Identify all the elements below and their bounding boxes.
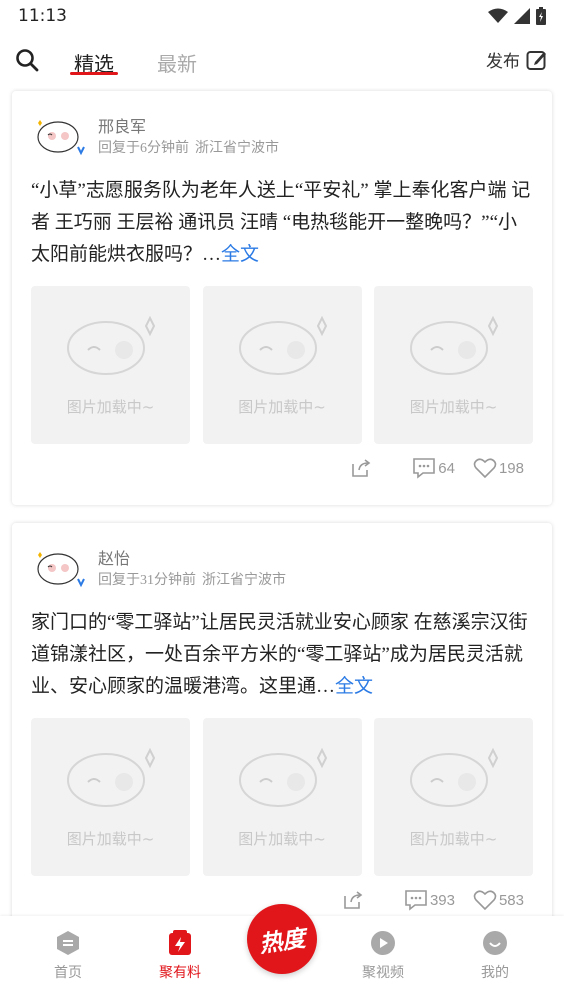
post-card[interactable]: 赵怡 回复于31分钟前 浙江省宁波市 家门口的“零工驿站”让居民灵活就业安心顾家 … [12,523,552,916]
status-time: 11:13 [18,6,67,26]
image-placeholder[interactable]: 图片加载中~ [374,286,533,444]
like-count: 583 [498,891,524,909]
location: 浙江省宁波市 [202,573,286,588]
profile-icon [483,931,507,955]
wifi-icon [488,8,508,23]
edit-icon [526,50,546,70]
image-placeholder[interactable]: 图片加载中~ [374,718,533,876]
reply-time: 回复于6分钟前 [98,141,189,156]
signal-icon [514,8,530,24]
loading-mascot-icon [67,748,156,807]
comment-count: 64 [438,459,455,477]
nav-home[interactable]: 首页 [28,930,108,982]
full-text-link[interactable]: 全文 [221,244,259,265]
loading-mascot-icon [238,316,327,375]
feed[interactable]: 邢良军 回复于6分钟前 浙江省宁波市 “小草”志愿服务队为老年人送上“平安礼” 掌… [0,88,564,916]
system-icons [488,7,546,25]
play-icon [371,931,395,955]
avatar[interactable] [32,113,92,159]
comment-count: 393 [429,891,455,909]
reply-time: 回复于31分钟前 [98,573,196,588]
comment-button[interactable]: 64 [412,457,455,479]
like-button[interactable]: 198 [473,457,524,479]
image-grid: 图片加载中~ 图片加载中~ 图片加载中~ [31,718,533,876]
nav-juyouliao[interactable]: 聚有料 [140,930,220,982]
image-placeholder[interactable]: 图片加载中~ [31,718,190,876]
share-button[interactable] [342,890,364,910]
post-actions: 393 583 [342,889,524,911]
tab-indicator [70,72,118,75]
post-card[interactable]: 邢良军 回复于6分钟前 浙江省宁波市 “小草”志愿服务队为老年人送上“平安礼” 掌… [12,91,552,505]
full-text-link[interactable]: 全文 [335,676,373,697]
nav-profile[interactable]: 我的 [455,930,535,982]
comment-button[interactable]: 393 [404,889,455,911]
battery-icon [536,7,546,25]
comment-icon [413,458,436,479]
author-name[interactable]: 赵怡 [98,545,130,569]
post-body: “小草”志愿服务队为老年人送上“平安礼” 掌上奉化客户端 记者 王巧丽 王层裕 … [31,180,531,265]
post-meta: 回复于31分钟前 浙江省宁波市 [98,569,286,589]
nav-video[interactable]: 聚视频 [343,930,423,982]
avatar[interactable] [32,545,92,591]
nav-label: 我的 [481,965,509,981]
nav-label: 首页 [54,965,82,981]
publish-button[interactable]: 发布 [486,47,548,72]
like-button[interactable]: 583 [473,889,524,911]
share-button[interactable] [350,458,372,478]
loading-mascot-icon [67,316,156,375]
heart-icon [473,458,497,479]
share-icon [352,459,371,477]
home-icon [57,931,79,955]
nav-label: 聚视频 [362,965,404,981]
loading-mascot-icon [410,748,499,807]
share-icon [344,891,363,909]
bottom-nav: 首页 聚有料 热度 聚视频 我的 [0,904,564,1004]
post-actions: 64 198 [350,457,524,479]
image-placeholder[interactable]: 图片加载中~ [202,286,362,444]
image-placeholder[interactable]: 图片加载中~ [202,718,362,876]
image-placeholder[interactable]: 图片加载中~ [31,286,190,444]
loading-mascot-icon [410,316,499,375]
hot-center-button[interactable]: 热度 [247,904,317,974]
loading-mascot-icon [238,748,327,807]
tab-latest[interactable]: 最新 [157,48,197,77]
image-loading-text: 图片加载中~ [238,398,326,416]
image-loading-text: 图片加载中~ [66,830,155,848]
post-body: 家门口的“零工驿站”让居民灵活就业安心顾家 在慈溪宗汉街道锦漾社区，一处百余平方… [31,612,528,697]
comment-icon [405,890,427,911]
search-icon[interactable] [14,47,40,73]
location: 浙江省宁波市 [195,141,279,156]
lightning-icon [169,930,191,955]
image-loading-text: 图片加载中~ [238,830,326,848]
image-grid: 图片加载中~ 图片加载中~ 图片加载中~ [31,286,533,444]
post-text[interactable]: 家门口的“零工驿站”让居民灵活就业安心顾家 在慈溪宗汉街道锦漾社区，一处百余平方… [31,607,536,703]
nav-label: 聚有料 [159,965,201,981]
heart-icon [473,890,497,911]
like-count: 198 [498,459,524,477]
post-meta: 回复于6分钟前 浙江省宁波市 [98,137,279,157]
hot-label: 热度 [257,925,308,959]
image-loading-text: 图片加载中~ [409,830,498,848]
post-text[interactable]: “小草”志愿服务队为老年人送上“平安礼” 掌上奉化客户端 记者 王巧丽 王层裕 … [31,175,536,271]
publish-label: 发布 [486,52,520,71]
status-bar: 11:13 [0,0,564,34]
author-name[interactable]: 邢良军 [98,113,146,137]
image-loading-text: 图片加载中~ [409,398,498,416]
image-loading-text: 图片加载中~ [66,398,155,416]
top-bar: 精选 最新 发布 [0,34,564,84]
